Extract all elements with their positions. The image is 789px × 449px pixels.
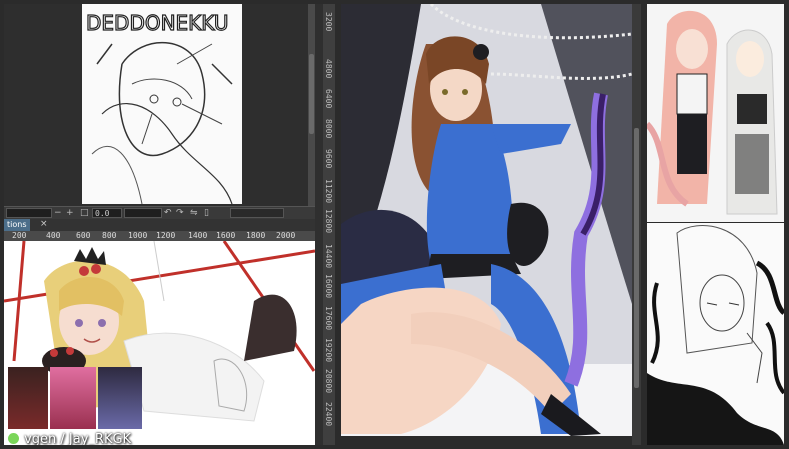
ruler-label: 20800 bbox=[324, 369, 333, 394]
sketch-canvas[interactable]: DEDDONEKKU bbox=[82, 4, 242, 205]
sketch-panel: DEDDONEKKU bbox=[4, 4, 315, 206]
ruler-label: 4800 bbox=[324, 59, 333, 79]
ruler-label: 3200 bbox=[324, 12, 333, 32]
toolbar-value-field[interactable]: 0.0 bbox=[92, 208, 122, 218]
toolbar-slider-right[interactable] bbox=[230, 208, 284, 218]
ruler-label: 22400 bbox=[324, 402, 333, 427]
ruler-label: 200 bbox=[12, 231, 27, 240]
thumbnail-1 bbox=[8, 367, 48, 429]
ruler-label: 17600 bbox=[324, 306, 333, 331]
watermark-handle: vgen / Jay_RKGK bbox=[24, 432, 132, 445]
ruler-label: 1000 bbox=[128, 231, 148, 240]
ruler-label: 400 bbox=[46, 231, 61, 240]
ruler-label: 1600 bbox=[216, 231, 236, 240]
thumbnail-3 bbox=[98, 367, 142, 429]
ruler-label: 19200 bbox=[324, 338, 333, 363]
horizontal-ruler: 200 400 600 800 1000 1200 1400 1600 1800… bbox=[4, 231, 315, 241]
ruler-label: 6400 bbox=[324, 89, 333, 109]
ruler-label: 800 bbox=[102, 231, 117, 240]
rotate-right-icon[interactable]: ↷ bbox=[176, 208, 184, 218]
scrollbar-thumb[interactable] bbox=[634, 128, 639, 388]
ruler-label: 12800 bbox=[324, 209, 333, 234]
ruler-label: 1800 bbox=[246, 231, 266, 240]
vertical-ruler: 3200 4800 6400 8000 9600 11200 12800 144… bbox=[323, 4, 335, 445]
navigator-toolbar: − + □ 0.0 ↶ ↷ ⇋ ▯ bbox=[4, 206, 315, 220]
reference-artwork-lineart bbox=[647, 225, 784, 445]
square-icon[interactable]: □ bbox=[80, 208, 89, 218]
ruler-label: 600 bbox=[76, 231, 91, 240]
ruler-label: 8000 bbox=[324, 119, 333, 139]
ruler-label: 1400 bbox=[188, 231, 208, 240]
tab-bar: tions × bbox=[4, 219, 315, 231]
reset-icon[interactable]: ▯ bbox=[204, 208, 209, 218]
reference-canvas-lineart[interactable] bbox=[647, 223, 784, 445]
sketch-title: DEDDONEKKU bbox=[86, 11, 229, 35]
tab-label: tions bbox=[7, 220, 27, 229]
plus-icon[interactable]: + bbox=[66, 208, 74, 218]
ruler-label: 1200 bbox=[156, 231, 176, 240]
illustration-canvas-blonde[interactable]: vgen / Jay_RKGK bbox=[4, 241, 315, 445]
main-canvas-blue-dress[interactable] bbox=[341, 4, 632, 436]
sketch-artwork: DEDDONEKKU bbox=[85, 10, 233, 205]
rotate-left-icon[interactable]: ↶ bbox=[164, 208, 172, 218]
ruler-label: 14400 bbox=[324, 244, 333, 269]
toolbar-slider-mid[interactable] bbox=[124, 208, 162, 218]
flip-icon[interactable]: ⇋ bbox=[190, 208, 198, 218]
ruler-label: 2000 bbox=[276, 231, 296, 240]
main-artwork bbox=[341, 4, 632, 436]
ruler-label: 11200 bbox=[324, 179, 333, 204]
avatar-thumbnails bbox=[4, 367, 144, 429]
main-vertical-scrollbar[interactable] bbox=[632, 4, 641, 445]
vgen-logo-icon bbox=[8, 433, 19, 444]
reference-canvas-pink[interactable] bbox=[647, 4, 784, 222]
sketch-vertical-scrollbar[interactable] bbox=[308, 4, 315, 206]
ruler-label: 9600 bbox=[324, 149, 333, 169]
reference-artwork-pink bbox=[647, 10, 778, 215]
ruler-label: 16000 bbox=[324, 274, 333, 299]
minus-icon[interactable]: − bbox=[54, 208, 62, 218]
left-panel-divider bbox=[315, 4, 323, 445]
tab-close-icon[interactable]: × bbox=[40, 219, 48, 229]
scrollbar-thumb[interactable] bbox=[309, 54, 314, 134]
thumbnail-2 bbox=[50, 367, 96, 429]
toolbar-slider-left[interactable] bbox=[6, 208, 52, 218]
tab-options[interactable]: tions bbox=[4, 219, 30, 231]
watermark: vgen / Jay_RKGK bbox=[8, 428, 132, 445]
